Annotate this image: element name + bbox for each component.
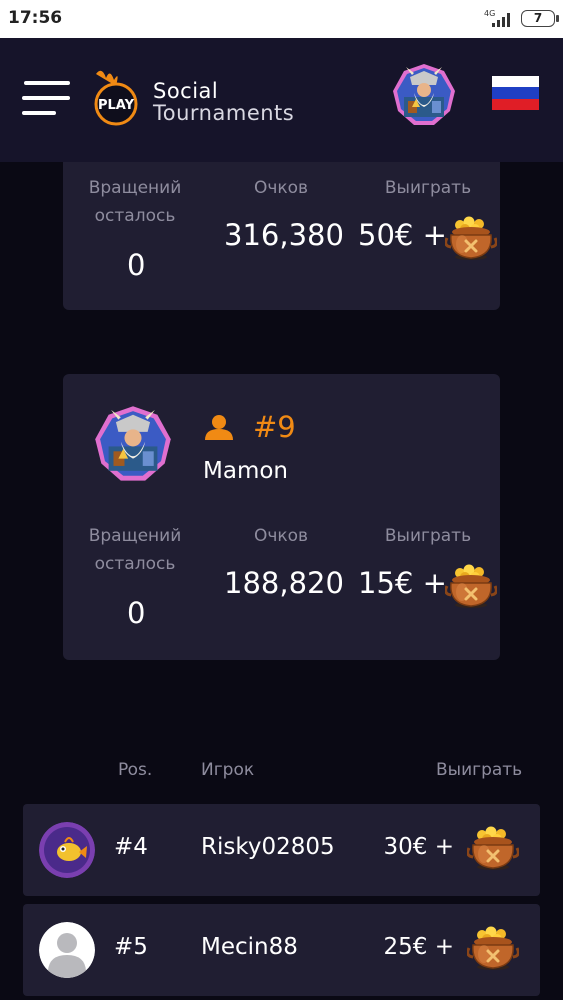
points-value: 316,380 (224, 218, 344, 252)
gold-pot-icon (467, 926, 519, 972)
signal-icon: 4G (484, 9, 510, 27)
default-avatar-icon (39, 922, 95, 978)
user-icon (205, 415, 233, 440)
win-value: 15€ + (358, 566, 447, 600)
row-prize: 25€ + (383, 934, 454, 960)
gold-pot-icon (445, 564, 497, 610)
spins-left-value: 0 (127, 248, 146, 282)
gold-pot-icon (467, 826, 519, 872)
row-player-name: Mecin88 (201, 934, 298, 960)
brand-line-1: Social (153, 79, 219, 103)
row-position: #5 (114, 934, 148, 960)
player-avatar (94, 405, 172, 483)
row-player-name: Risky02805 (201, 834, 335, 860)
hamburger-menu-icon[interactable] (22, 81, 72, 117)
player-avatar (39, 822, 95, 878)
leaderboard-row[interactable]: #5 Mecin88 25€ + (23, 904, 540, 996)
win-label: Выиграть (384, 526, 472, 546)
logo-text: PLAY (98, 98, 135, 113)
pragmatic-play-logo: PLAY (94, 70, 138, 126)
clock: 17:56 (8, 8, 63, 28)
points-value: 188,820 (224, 566, 344, 600)
player-name: Mamon (203, 458, 288, 484)
user-avatar[interactable] (392, 63, 456, 127)
status-bar: 17:56 4G 7 (0, 0, 563, 38)
player-card: #9 Mamon Вращений осталось 0 Очков 188,8… (63, 374, 500, 660)
spins-left-value: 0 (127, 596, 146, 630)
spins-left-label: Вращений осталось (88, 178, 182, 226)
player-rank: #9 (253, 410, 296, 444)
win-value: 50€ + (358, 218, 447, 252)
battery-icon: 7 (521, 10, 559, 27)
network-type: 4G (484, 9, 495, 18)
spins-left-label: Вращений осталось (88, 526, 182, 574)
brand-line-2: Tournaments (153, 101, 295, 125)
brand-title: Social Tournaments (153, 80, 294, 124)
points-label: Очков (253, 526, 309, 546)
row-prize: 30€ + (383, 834, 454, 860)
tournament-card-top: Вращений осталось 0 Очков 316,380 Выигра… (63, 162, 500, 310)
win-label: Выиграть (384, 178, 472, 198)
leaderboard-header-player: Игрок (201, 760, 255, 780)
battery-level: 7 (533, 11, 543, 25)
leaderboard-header-pos: Pos. (118, 760, 153, 780)
points-label: Очков (253, 178, 309, 198)
gold-pot-icon (445, 216, 497, 262)
app-header: PLAY Social Tournaments (0, 38, 563, 162)
russia-flag-icon[interactable] (492, 76, 539, 110)
leaderboard-header-win: Выиграть (436, 760, 523, 780)
leaderboard-row[interactable]: #4 Risky02805 30€ + (23, 804, 540, 896)
row-position: #4 (114, 834, 148, 860)
